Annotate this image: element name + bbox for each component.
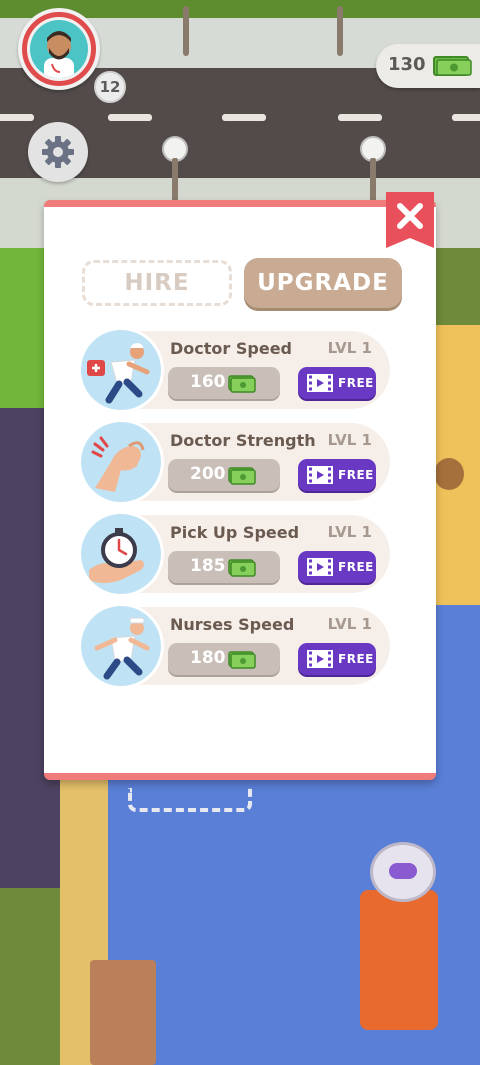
free-label: FREE <box>338 652 374 666</box>
bubble-icon <box>370 842 436 902</box>
video-icon <box>307 374 333 396</box>
fence-post <box>183 6 189 56</box>
upgrade-title: Doctor Speed <box>170 339 292 358</box>
road-marking <box>222 114 266 121</box>
upgrade-card-nurses-speed: Nurses Speed LVL 1 180 FREE <box>78 603 390 689</box>
running-doctor-icon <box>78 327 164 413</box>
buy-upgrade-button[interactable]: 180 <box>168 643 280 675</box>
upgrade-title: Nurses Speed <box>170 615 295 634</box>
buy-upgrade-button[interactable]: 200 <box>168 459 280 491</box>
road-marking <box>452 114 480 121</box>
running-nurse-icon <box>78 603 164 689</box>
counter-desk <box>90 960 156 1065</box>
settings-button[interactable] <box>28 122 88 182</box>
free-video-button[interactable]: FREE <box>298 643 376 675</box>
close-button[interactable] <box>386 192 434 248</box>
upgrade-title: Doctor Strength <box>170 431 316 450</box>
stopwatch-icon <box>78 511 164 597</box>
road-marking <box>108 114 152 121</box>
cash-icon <box>228 651 256 673</box>
patient-bed[interactable] <box>360 890 438 1030</box>
free-label: FREE <box>338 468 374 482</box>
cash-icon <box>228 375 256 397</box>
upgrade-card-doctor-speed: Doctor Speed LVL 1 160 FREE <box>78 327 390 413</box>
tab-hire[interactable]: HIRE <box>82 260 232 306</box>
placement-slot[interactable] <box>128 788 252 812</box>
buy-upgrade-button[interactable]: 160 <box>168 367 280 399</box>
upgrade-card-pick-up-speed: Pick Up Speed LVL 1 185 FREE <box>78 511 390 597</box>
buy-upgrade-button[interactable]: 185 <box>168 551 280 583</box>
upgrade-card-doctor-strength: Doctor Strength LVL 1 200 FREE <box>78 419 390 505</box>
cash-icon <box>432 55 472 81</box>
flexing-arm-icon <box>78 419 164 505</box>
video-icon <box>307 558 333 580</box>
upgrade-level: LVL 1 <box>327 431 372 449</box>
upgrade-level: LVL 1 <box>327 523 372 541</box>
free-video-button[interactable]: FREE <box>298 367 376 399</box>
player-level-badge: 12 <box>94 71 126 103</box>
player-avatar[interactable]: 12 <box>18 8 126 103</box>
video-icon <box>307 650 333 672</box>
gear-icon <box>42 136 74 168</box>
cash-icon <box>228 559 256 581</box>
upgrade-price: 185 <box>190 556 226 576</box>
road-marking <box>338 114 382 121</box>
free-label: FREE <box>338 376 374 390</box>
free-video-button[interactable]: FREE <box>298 551 376 583</box>
blue-room-floor <box>430 605 480 805</box>
video-icon <box>307 466 333 488</box>
xp-progress-ring <box>22 12 96 86</box>
upgrade-price: 200 <box>190 464 226 484</box>
cash-amount: 130 <box>388 54 426 75</box>
fence-post <box>337 6 343 56</box>
road-marking <box>0 114 34 121</box>
free-video-button[interactable]: FREE <box>298 459 376 491</box>
upgrade-price: 180 <box>190 648 226 668</box>
tab-upgrade[interactable]: UPGRADE <box>244 258 402 308</box>
cash-icon <box>228 467 256 489</box>
dog-icon <box>434 458 464 490</box>
upgrade-price: 160 <box>190 372 226 392</box>
upgrade-level: LVL 1 <box>327 339 372 357</box>
cash-counter: 130 <box>376 44 480 88</box>
upgrade-level: LVL 1 <box>327 615 372 633</box>
upgrade-title: Pick Up Speed <box>170 523 300 542</box>
free-label: FREE <box>338 560 374 574</box>
